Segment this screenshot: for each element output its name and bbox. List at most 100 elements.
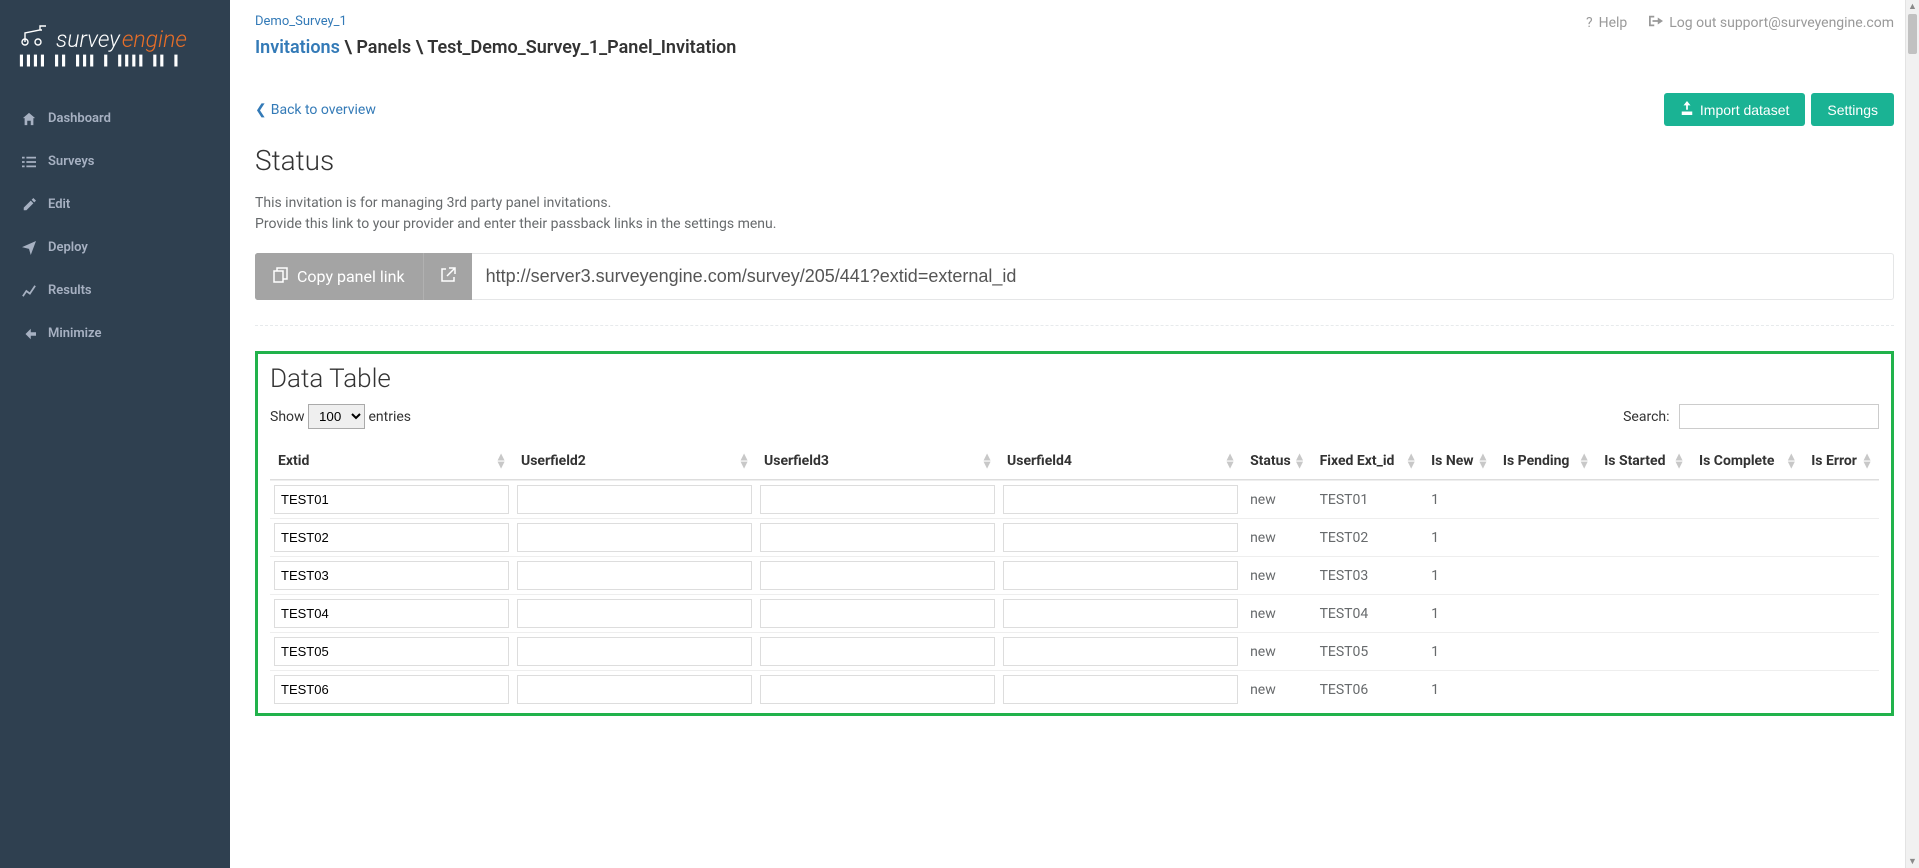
table-cell xyxy=(270,670,513,708)
sidebar-item-deploy[interactable]: Deploy xyxy=(0,226,230,269)
sort-icon: ▲▼ xyxy=(1861,453,1873,470)
cell-input[interactable] xyxy=(1003,523,1238,552)
cell-input[interactable] xyxy=(274,485,509,514)
sidebar-item-label: Dashboard xyxy=(48,111,111,126)
sidebar-item-surveys[interactable]: Surveys xyxy=(0,140,230,183)
breadcrumb-invitations[interactable]: Invitations xyxy=(255,37,340,58)
status-line1: This invitation is for managing 3rd part… xyxy=(255,193,1894,214)
table-cell xyxy=(1495,670,1596,708)
table-cell xyxy=(1495,556,1596,594)
column-header[interactable]: Status▲▼ xyxy=(1242,443,1312,480)
panel-link-input[interactable] xyxy=(472,253,1894,300)
copy-label: Copy panel link xyxy=(297,267,405,286)
table-cell xyxy=(756,480,999,518)
copy-link-button[interactable]: Copy panel link xyxy=(255,253,424,300)
sidebar-item-minimize[interactable]: Minimize xyxy=(0,312,230,355)
cell-input[interactable] xyxy=(274,523,509,552)
import-button[interactable]: Import dataset xyxy=(1664,93,1806,126)
cell-input[interactable] xyxy=(517,561,752,590)
cell-input[interactable] xyxy=(274,561,509,590)
cell-input[interactable] xyxy=(517,523,752,552)
table-cell xyxy=(1691,670,1803,708)
cell-input[interactable] xyxy=(1003,675,1238,704)
column-header[interactable]: Userfield4▲▼ xyxy=(999,443,1242,480)
cell-input[interactable] xyxy=(1003,599,1238,628)
logo[interactable]: surveyengine ▌▌▌▌ ▌▌ ▌▌▌ ▌ ▌▌▌▌ ▌▌ ▌ xyxy=(0,0,230,97)
status-title: Status xyxy=(255,144,1894,177)
cell-input[interactable] xyxy=(517,485,752,514)
home-icon xyxy=(20,112,38,126)
table-cell xyxy=(999,518,1242,556)
sidebar-item-edit[interactable]: Edit xyxy=(0,183,230,226)
cell-input[interactable] xyxy=(760,637,995,666)
cell-input[interactable] xyxy=(274,599,509,628)
sort-icon: ▲▼ xyxy=(495,453,507,470)
table-cell: new xyxy=(1242,632,1312,670)
logout-link[interactable]: Log out support@surveyengine.com xyxy=(1649,14,1894,32)
table-cell: new xyxy=(1242,518,1312,556)
column-header[interactable]: Is Started▲▼ xyxy=(1596,443,1691,480)
column-label: Is Started xyxy=(1604,453,1665,469)
column-header[interactable]: Is Error▲▼ xyxy=(1803,443,1879,480)
column-label: Status xyxy=(1250,453,1291,469)
table-row: newTEST051 xyxy=(270,632,1879,670)
table-cell xyxy=(999,480,1242,518)
scrollbar-thumb[interactable] xyxy=(1908,14,1917,54)
cell-input[interactable] xyxy=(760,485,995,514)
column-header[interactable]: Userfield2▲▼ xyxy=(513,443,756,480)
sidebar-item-dashboard[interactable]: Dashboard xyxy=(0,97,230,140)
table-cell xyxy=(999,670,1242,708)
help-link[interactable]: ? Help xyxy=(1586,15,1627,31)
settings-button[interactable]: Settings xyxy=(1811,93,1894,126)
question-icon: ? xyxy=(1586,15,1593,31)
logout-icon xyxy=(1649,14,1663,32)
table-cell xyxy=(513,594,756,632)
page-size-select[interactable]: 100 xyxy=(308,404,365,429)
cell-input[interactable] xyxy=(1003,637,1238,666)
survey-link[interactable]: Demo_Survey_1 xyxy=(255,14,736,29)
cell-input[interactable] xyxy=(517,637,752,666)
table-cell: new xyxy=(1242,670,1312,708)
sidebar-item-label: Minimize xyxy=(48,326,102,341)
scroll-up-arrow[interactable]: ▲ xyxy=(1906,1,1919,12)
column-header[interactable]: Fixed Ext_id▲▼ xyxy=(1312,443,1424,480)
cell-input[interactable] xyxy=(517,675,752,704)
table-cell xyxy=(1803,556,1879,594)
table-row: newTEST031 xyxy=(270,556,1879,594)
cell-input[interactable] xyxy=(1003,561,1238,590)
column-header[interactable]: Is Complete ▲▼ xyxy=(1691,443,1803,480)
cell-input[interactable] xyxy=(760,675,995,704)
cell-input[interactable] xyxy=(760,599,995,628)
column-header[interactable]: Extid▲▼ xyxy=(270,443,513,480)
vertical-scrollbar[interactable]: ▲ ▼ xyxy=(1905,0,1919,868)
column-label: Fixed Ext_id xyxy=(1320,453,1395,469)
scroll-down-arrow[interactable]: ▼ xyxy=(1906,856,1919,867)
cell-input[interactable] xyxy=(274,637,509,666)
entries-label: entries xyxy=(369,409,412,425)
open-link-button[interactable] xyxy=(424,253,472,300)
table-row: newTEST061 xyxy=(270,670,1879,708)
table-cell xyxy=(1691,556,1803,594)
sidebar: surveyengine ▌▌▌▌ ▌▌ ▌▌▌ ▌ ▌▌▌▌ ▌▌ ▌ Das… xyxy=(0,0,230,868)
sort-icon: ▲▼ xyxy=(1224,453,1236,470)
table-cell xyxy=(1803,594,1879,632)
sidebar-item-results[interactable]: Results xyxy=(0,269,230,312)
cell-input[interactable] xyxy=(517,599,752,628)
column-header[interactable]: Is New▲▼ xyxy=(1423,443,1495,480)
cell-input[interactable] xyxy=(274,675,509,704)
sort-icon: ▲▼ xyxy=(1785,453,1797,470)
column-header[interactable]: Is Pending▲▼ xyxy=(1495,443,1596,480)
column-header[interactable]: Userfield3▲▼ xyxy=(756,443,999,480)
data-table: Extid▲▼Userfield2▲▼Userfield3▲▼Userfield… xyxy=(270,443,1879,708)
sort-icon: ▲▼ xyxy=(981,453,993,470)
table-cell xyxy=(513,670,756,708)
table-cell xyxy=(1803,632,1879,670)
column-label: Is Complete xyxy=(1699,453,1774,469)
table-cell xyxy=(1495,480,1596,518)
back-link[interactable]: ❮ Back to overview xyxy=(255,102,376,118)
cell-input[interactable] xyxy=(760,523,995,552)
search-input[interactable] xyxy=(1679,404,1879,429)
list-icon xyxy=(20,155,38,169)
cell-input[interactable] xyxy=(1003,485,1238,514)
cell-input[interactable] xyxy=(760,561,995,590)
